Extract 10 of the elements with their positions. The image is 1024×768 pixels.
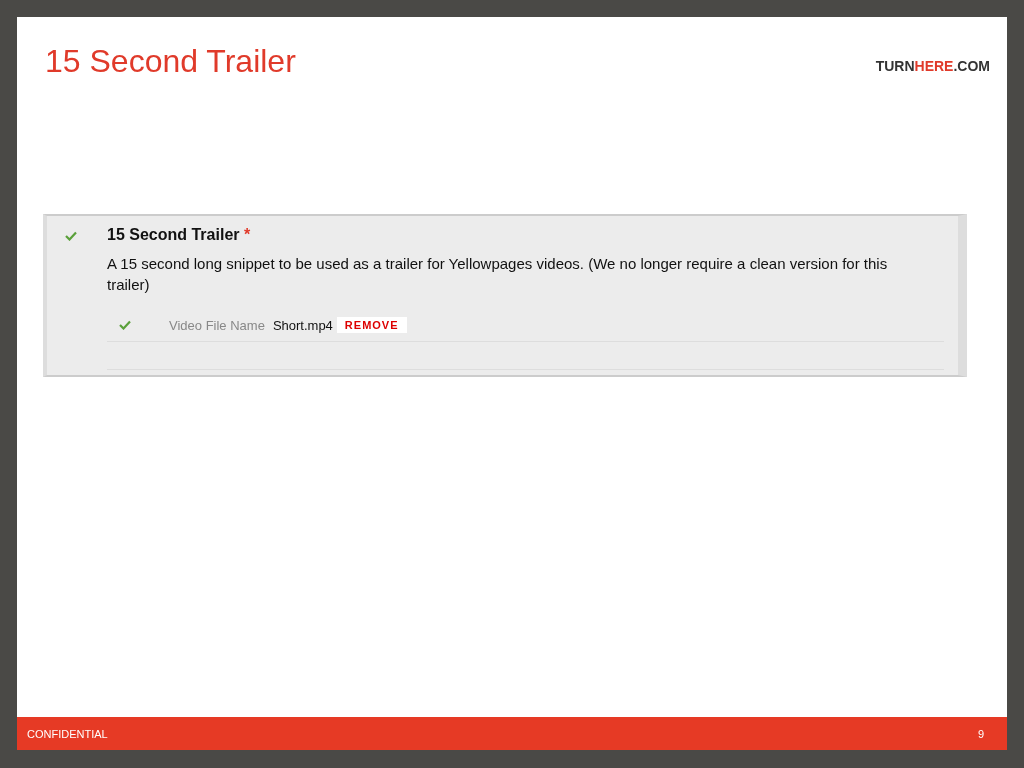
field-title: 15 Second Trailer (107, 226, 240, 243)
file-name: Short.mp4 (272, 317, 333, 333)
slide-title: 15 Second Trailer (45, 43, 296, 80)
page-number: 9 (977, 727, 984, 740)
field-description: A 15 second long snippet to be used as a trailer for Yellowpages videos. (We no longer require a clean version for this trailer) (107, 254, 889, 295)
remove-button[interactable]: REMOVE (336, 317, 407, 333)
required-mark: * (243, 226, 251, 243)
file-label: Video File Name (169, 317, 265, 333)
footer-label: CONFIDENTIAL (27, 727, 108, 740)
logo: TURNHERE.COM (875, 58, 990, 74)
